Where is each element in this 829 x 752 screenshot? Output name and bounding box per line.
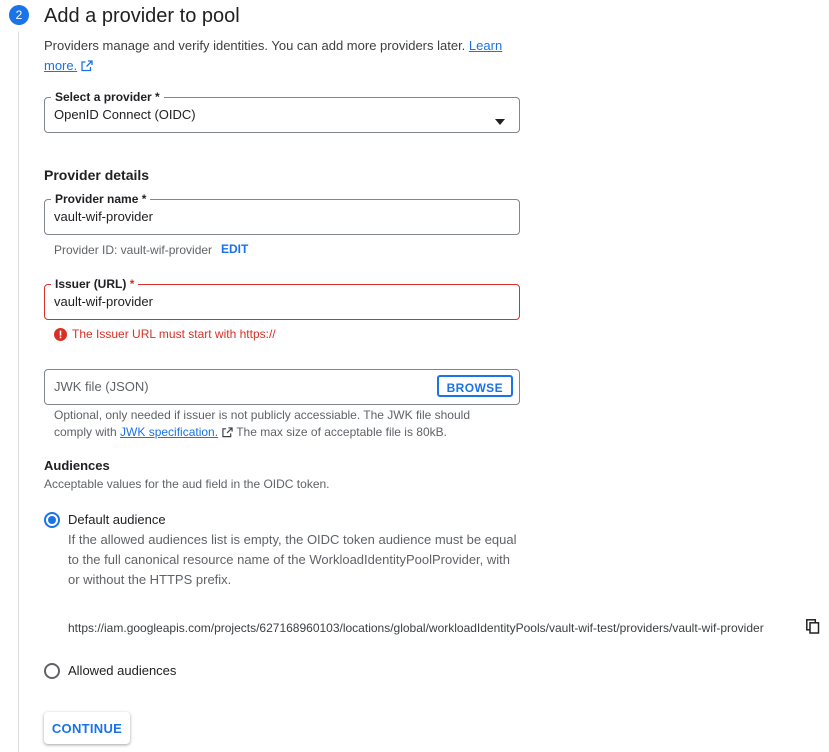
default-audience-radio[interactable] (44, 512, 60, 528)
dropdown-arrow-icon (495, 112, 505, 130)
provider-id-text: Provider ID: vault-wif-provider (54, 243, 213, 257)
provider-name-label: Provider name * (51, 191, 151, 207)
jwk-help-text: Optional, only needed if issuer is not p… (54, 407, 494, 443)
provider-details-heading: Provider details (44, 167, 150, 183)
external-link-icon (81, 58, 93, 78)
issuer-url-value: vault-wif-provider (54, 294, 153, 309)
jwk-specification-link[interactable]: JWK specification. (120, 425, 218, 439)
learn-more-text-2: more. (44, 58, 78, 73)
allowed-audiences-label[interactable]: Allowed audiences (68, 663, 176, 678)
copy-icon[interactable] (806, 619, 820, 639)
step-number-badge: 2 (9, 5, 29, 25)
browse-button[interactable]: BROWSE (436, 375, 513, 397)
default-audience-label[interactable]: Default audience (68, 512, 166, 527)
jwk-help-text-2: The max size of acceptable file is 80kB. (236, 425, 447, 439)
jwk-file-placeholder: JWK file (JSON) (54, 379, 149, 394)
required-mark: * (129, 277, 135, 291)
step-description: Providers manage and verify identities. … (44, 36, 514, 78)
step-description-text: Providers manage and verify identities. … (44, 38, 466, 53)
provider-select[interactable]: Select a provider * OpenID Connect (OIDC… (44, 89, 520, 133)
provider-name-value: vault-wif-provider (54, 209, 153, 224)
audiences-heading: Audiences (44, 458, 110, 473)
default-audience-description: If the allowed audiences list is empty, … (68, 532, 517, 587)
continue-button[interactable]: CONTINUE (44, 712, 130, 744)
issuer-url-field[interactable]: Issuer (URL) * vault-wif-provider (44, 276, 520, 320)
issuer-url-label-text: Issuer (URL) (55, 277, 127, 291)
default-audience-uri: https://iam.googleapis.com/projects/6271… (68, 621, 764, 635)
provider-select-label: Select a provider * (51, 89, 164, 105)
provider-select-value: OpenID Connect (OIDC) (54, 107, 196, 122)
step-title: Add a provider to pool (44, 5, 240, 27)
edit-provider-id-button[interactable]: EDIT (221, 242, 248, 256)
learn-more-text-1: Learn (468, 38, 503, 53)
issuer-url-label: Issuer (URL) * (51, 276, 139, 292)
error-icon (54, 327, 67, 341)
allowed-audiences-radio[interactable] (44, 663, 60, 679)
external-link-icon (222, 426, 233, 443)
issuer-error-text: The Issuer URL must start with https:// (72, 327, 276, 341)
issuer-error: The Issuer URL must start with https:// (54, 327, 276, 341)
jwk-file-field[interactable]: JWK file (JSON) BROWSE (44, 369, 520, 405)
provider-name-field[interactable]: Provider name * vault-wif-provider (44, 191, 520, 235)
step-connector-line (18, 32, 19, 752)
audiences-subtext: Acceptable values for the aud field in t… (44, 477, 330, 491)
